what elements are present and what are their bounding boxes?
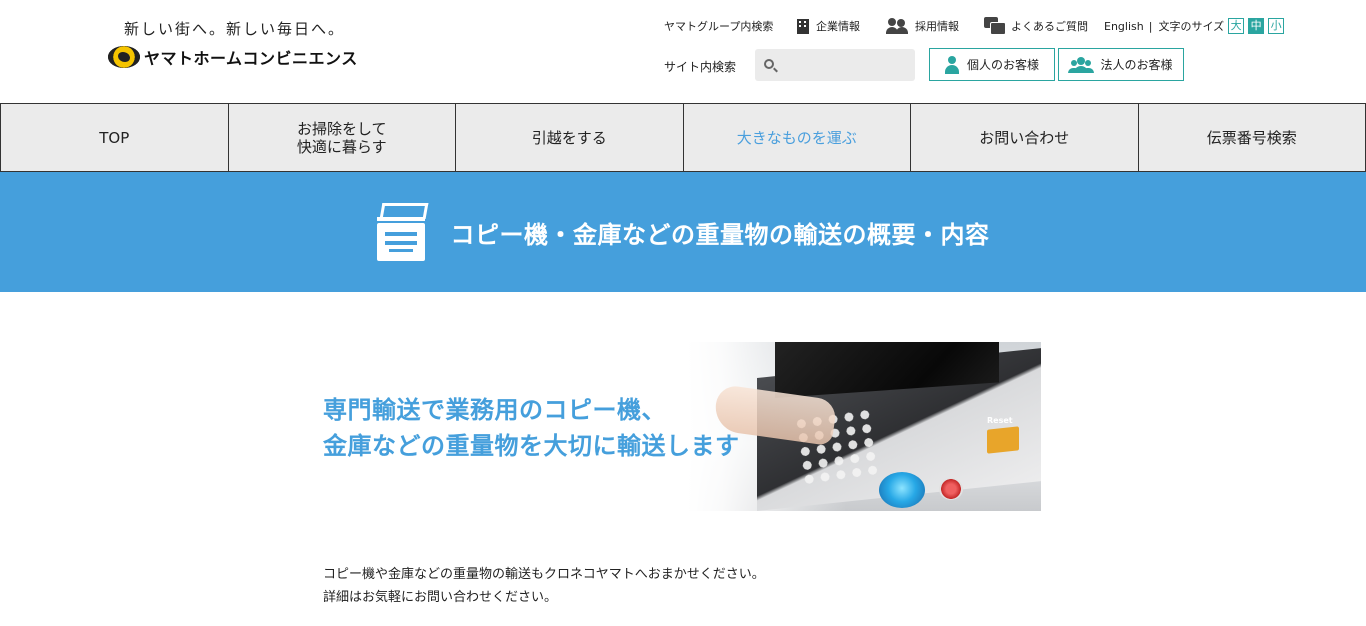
intro-line-1: コピー機や金庫などの重量物の輸送もクロネコヤマトへおまかせください。	[323, 567, 765, 582]
copier-icon	[376, 203, 428, 261]
corporate-customer-button[interactable]: 法人のお客様	[1058, 48, 1184, 81]
page-banner: コピー機・金庫などの重量物の輸送の概要・内容	[0, 172, 1366, 292]
page-title: コピー機・金庫などの重量物の輸送の概要・内容	[450, 220, 990, 249]
util-recruit-link[interactable]: 採用情報	[886, 18, 959, 34]
util-language-fontsize: English | 文字のサイズ 大 中 小	[1104, 18, 1285, 34]
util-group-search-link[interactable]: ヤマトグループ内検索	[664, 18, 773, 34]
hero-line-2: 金庫などの重量物を大切に輸送します	[323, 432, 740, 460]
building-icon	[797, 18, 809, 34]
logo-text: ヤマトホームコンビニエンス	[144, 49, 358, 68]
separator: |	[1148, 19, 1153, 33]
nav-contact[interactable]: お問い合わせ	[910, 104, 1138, 171]
reset-label: Reset	[987, 416, 1013, 425]
site-logo[interactable]: ヤマトホームコンビニエンス	[108, 45, 358, 69]
site-search-label: サイト内検索	[664, 60, 737, 74]
nav-large-items[interactable]: 大きなものを運ぶ	[682, 104, 910, 171]
site-header: 新しい街へ。新しい毎日へ。 ヤマトホームコンビニエンス ヤマトグループ内検索 企…	[0, 0, 1366, 103]
font-size-large-button[interactable]: 大	[1228, 18, 1245, 34]
intro-text: コピー機や金庫などの重量物の輸送もクロネコヤマトへおまかせください。 詳細はお気…	[323, 563, 765, 609]
recruit-info-label: 採用情報	[915, 20, 959, 33]
english-link[interactable]: English	[1104, 20, 1144, 33]
company-info-label: 企業情報	[816, 20, 860, 33]
nav-tracking-search[interactable]: 伝票番号検索	[1137, 104, 1366, 171]
personal-customer-button[interactable]: 個人のお客様	[929, 48, 1055, 81]
kuroneko-logo-icon	[108, 46, 140, 68]
font-size-medium-button[interactable]: 中	[1248, 18, 1265, 34]
intro-line-2: 詳細はお気軽にお問い合わせください。	[323, 590, 558, 605]
group-search-label: ヤマトグループ内検索	[664, 20, 774, 33]
hero-image: Reset 専門輸送で業務用のコピー機、 金庫などの重量物を大切に輸送します	[317, 342, 1041, 511]
nav-top[interactable]: TOP	[0, 104, 228, 171]
global-nav: TOP お掃除をして 快適に暮らす 引越をする 大きなものを運ぶ お問い合わせ …	[0, 103, 1366, 172]
nav-moving[interactable]: 引越をする	[455, 104, 683, 171]
search-input[interactable]	[779, 49, 909, 81]
tagline: 新しい街へ。新しい毎日へ。	[124, 20, 346, 38]
search-icon	[764, 59, 774, 69]
personal-customer-label: 個人のお客様	[966, 58, 1039, 72]
font-size-small-button[interactable]: 小	[1268, 18, 1285, 34]
faq-label: よくあるご質問	[1011, 20, 1088, 33]
copier-photo: Reset	[687, 342, 1041, 511]
util-company-info-link[interactable]: 企業情報	[797, 18, 860, 34]
nav-cleaning[interactable]: お掃除をして 快適に暮らす	[227, 104, 455, 171]
people-icon	[886, 18, 908, 34]
group-icon	[1069, 56, 1093, 73]
corporate-customer-label: 法人のお客様	[1100, 58, 1173, 72]
site-search-box[interactable]	[755, 49, 915, 81]
util-faq-link[interactable]: よくあるご質問	[984, 17, 1088, 35]
person-icon	[944, 55, 959, 74]
hero-headline: 専門輸送で業務用のコピー機、 金庫などの重量物を大切に輸送します	[323, 392, 740, 464]
font-size-label: 文字のサイズ	[1158, 20, 1225, 33]
chat-icon	[984, 17, 1006, 35]
hero-line-1: 専門輸送で業務用のコピー機、	[323, 396, 666, 424]
